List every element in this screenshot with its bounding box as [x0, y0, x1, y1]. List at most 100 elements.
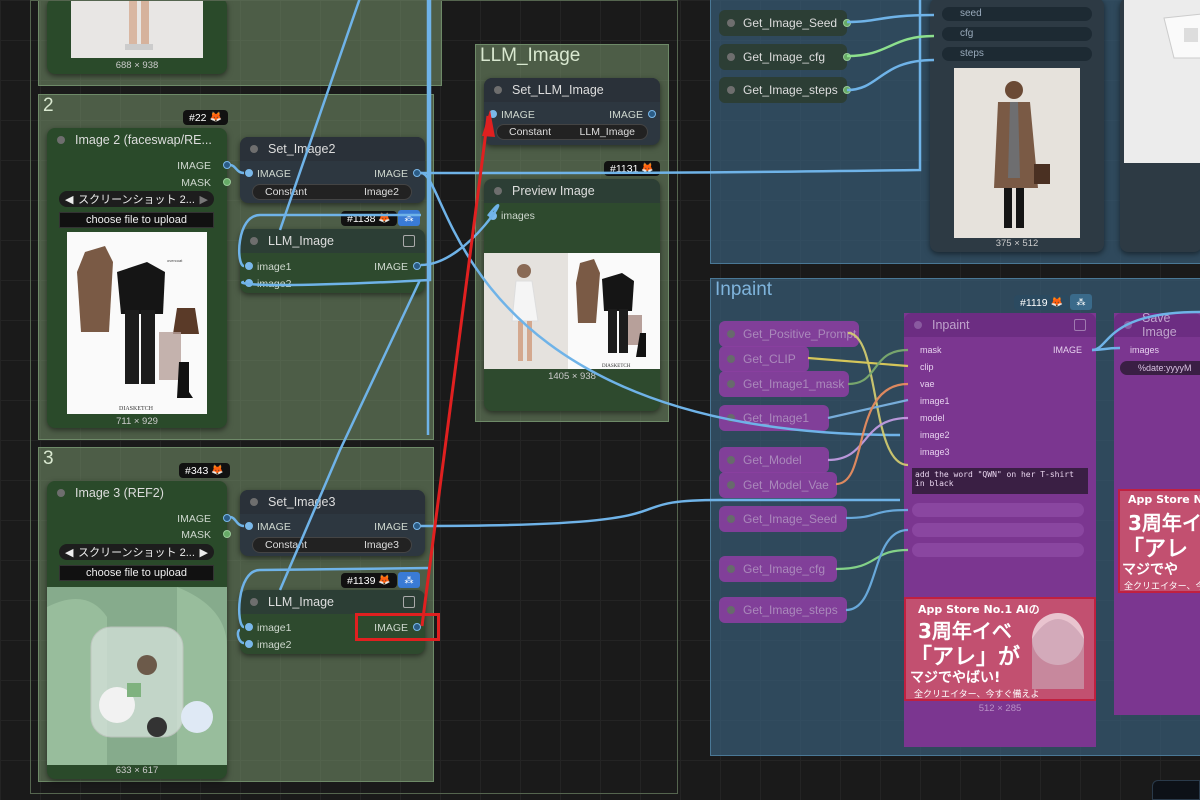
collapse-dot-icon[interactable] [727, 53, 735, 61]
get-image-steps-node[interactable]: Get_Image_steps [719, 77, 851, 103]
ksampler-preview [954, 68, 1080, 238]
get-image-cfg-node[interactable]: Get_Image_cfg [719, 556, 837, 582]
api-node-icon[interactable]: ⁂ [1070, 294, 1092, 310]
group-inpaint-title: Inpaint [715, 279, 773, 300]
input-socket-images[interactable] [489, 212, 497, 220]
param-widget[interactable] [912, 523, 1084, 537]
input-clip: clip [920, 362, 934, 372]
output-image: IMAGE [1052, 345, 1082, 355]
inpaint-result-image: App Store No.1 AIの 3周年イベ 「アレ」が マジでやばい! 全… [904, 597, 1096, 701]
node-title: Get_Image1_mask [743, 377, 845, 391]
right-preview-node-partial[interactable] [1120, 0, 1200, 252]
prompt-textarea[interactable]: add the word "QWN" on her T-shirt in bla… [912, 468, 1088, 494]
output-socket[interactable] [843, 53, 851, 61]
collapse-dot-icon[interactable] [727, 414, 735, 422]
node-title: Preview Image [512, 184, 595, 198]
input-image3: image3 [920, 447, 950, 457]
collapse-dot-icon[interactable] [727, 355, 735, 363]
node-canvas[interactable]: 688 × 938 2 #22 🦊 Image 2 (faceswap/RE...… [0, 0, 1200, 800]
get-image-seed-node[interactable]: Get_Image_Seed [719, 10, 851, 36]
highlight-box [355, 613, 440, 641]
node-title: Inpaint [932, 318, 970, 332]
collapse-dot-icon[interactable] [494, 187, 502, 195]
poster2-title: App Store No. [1128, 493, 1200, 506]
node-header[interactable]: Preview Image [484, 179, 660, 203]
node-title: Get_Image1 [743, 411, 810, 425]
get-positive-prompt-node[interactable]: Get_Positive_Prompt [719, 321, 859, 347]
poster-sub: マジでやばい! [910, 670, 1001, 686]
get-image-cfg-node[interactable]: Get_Image_cfg [719, 44, 851, 70]
collapse-dot-icon[interactable] [727, 19, 735, 27]
seed-param[interactable]: seed [942, 7, 1092, 21]
get-model-vae-node[interactable]: Get_Model_Vae [719, 472, 837, 498]
woman-coat-photo [954, 68, 1080, 238]
collapse-dot-icon[interactable] [914, 321, 922, 329]
param-widget[interactable] [912, 543, 1084, 557]
preview-caption: 1405 × 938 [548, 371, 596, 382]
set-llm-image-node[interactable]: Set_LLM_Image IMAGE IMAGE Constant LLM_Im… [484, 78, 660, 145]
poster2-sub: マジでや [1122, 562, 1178, 578]
white-dress-photo [1163, 13, 1200, 59]
saved-image: App Store No. 3周年イ 「アレ マジでや 全クリエイター、今 [1118, 489, 1200, 593]
node-id-badge: #1131 🦊 [604, 161, 660, 176]
bottom-right-button[interactable] [1152, 780, 1200, 800]
get-model-node[interactable]: Get_Model [719, 447, 829, 473]
collapse-dot-icon[interactable] [727, 330, 735, 338]
ksampler-caption: 375 × 512 [995, 238, 1039, 249]
collapse-dot-icon[interactable] [1124, 321, 1132, 329]
node-title: Get_Model [743, 453, 802, 467]
collapse-dot-icon[interactable] [494, 86, 502, 94]
preview-image-node[interactable]: Preview Image images DIASKETCH 1405 × 93… [484, 179, 660, 411]
output-socket[interactable] [843, 19, 851, 27]
cfg-param[interactable]: cfg [942, 27, 1092, 41]
collapse-dot-icon[interactable] [727, 606, 735, 614]
node-title: Get_Image_cfg [743, 562, 826, 576]
input-images: images [1130, 345, 1160, 355]
input-vae: vae [920, 379, 935, 389]
param-widget[interactable] [912, 503, 1084, 517]
node-title: Get_Positive_Prompt [743, 327, 857, 341]
node-header[interactable]: Save Image [1114, 311, 1200, 339]
inpaint-caption: 512 × 285 [978, 703, 1022, 714]
node-title: Get_CLIP [743, 352, 796, 366]
collapse-dot-icon[interactable] [727, 515, 735, 523]
save-image-node[interactable]: Save Image images %date:yyyyM App Store … [1114, 311, 1200, 715]
input-label-images: images [501, 210, 535, 222]
collapse-dot-icon[interactable] [727, 481, 735, 489]
inpaint-node[interactable]: Inpaint mask clip vae image1 model image… [904, 313, 1096, 747]
combined-preview: DIASKETCH [484, 253, 660, 369]
output-label-image: IMAGE [609, 109, 643, 121]
collapse-dot-icon[interactable] [727, 456, 735, 464]
filename-prefix-widget[interactable]: %date:yyyyM [1120, 361, 1200, 375]
node-title: Get_Image_steps [743, 83, 838, 97]
ksampler-node-partial[interactable]: seed cfg steps 375 × 512 [930, 0, 1104, 252]
expand-icon[interactable] [1074, 319, 1086, 331]
widget-name: Constant [509, 126, 552, 138]
input-model: model [920, 413, 945, 423]
output-socket-image[interactable] [648, 110, 656, 118]
collapse-dot-icon[interactable] [727, 565, 735, 573]
right-preview-image [1124, 0, 1200, 163]
get-image1-node[interactable]: Get_Image1 [719, 405, 829, 431]
get-image-steps-node[interactable]: Get_Image_steps [719, 597, 847, 623]
node-id-badge: #1119 🦊 [1014, 295, 1070, 310]
get-image-seed-node[interactable]: Get_Image_Seed [719, 506, 847, 532]
input-socket-image[interactable] [489, 110, 497, 118]
input-mask: mask [920, 345, 942, 355]
group-llm-image-title: LLM_Image [480, 45, 581, 66]
fox-icon: 🦊 [641, 163, 654, 174]
steps-param[interactable]: steps [942, 47, 1092, 61]
get-clip-node[interactable]: Get_CLIP [719, 346, 809, 372]
collapse-dot-icon[interactable] [727, 86, 735, 94]
brand-text: DIASKETCH [602, 364, 631, 369]
output-socket[interactable] [843, 86, 851, 94]
node-header[interactable]: Inpaint [904, 313, 1096, 337]
anime-character-illustration [1032, 613, 1084, 689]
widget-value: LLM_Image [579, 126, 635, 138]
input-image1: image1 [920, 396, 950, 406]
node-header[interactable]: Set_LLM_Image [484, 78, 660, 102]
node-title: Get_Image_Seed [743, 512, 838, 526]
get-image1-mask-node[interactable]: Get_Image1_mask [719, 371, 849, 397]
constant-widget[interactable]: Constant LLM_Image [496, 124, 648, 140]
collapse-dot-icon[interactable] [727, 380, 735, 388]
